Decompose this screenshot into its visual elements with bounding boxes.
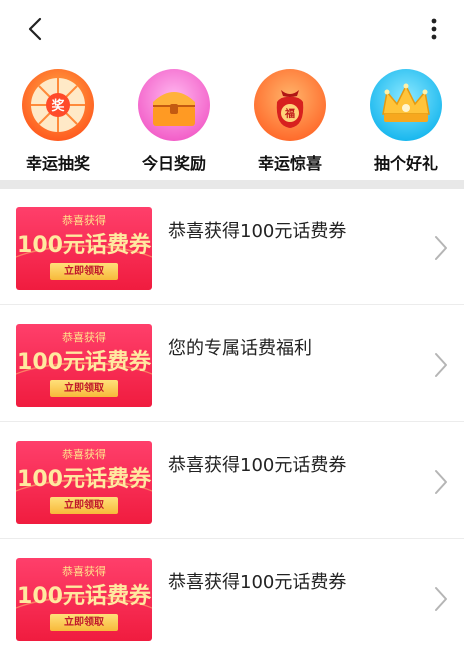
back-button[interactable] <box>22 14 50 44</box>
list-item-title: 您的专属话费福利 <box>168 338 312 359</box>
list-item[interactable]: 恭喜获得 100元话费券 立即领取 恭喜获得100元话费券 <box>0 189 464 305</box>
vertical-dots-icon <box>431 18 437 40</box>
coupon-top-text: 恭喜获得 <box>62 331 106 344</box>
prize-wheel-icon: 奖 <box>21 68 95 142</box>
coupon-claim-text: 立即领取 <box>50 263 118 280</box>
section-divider <box>0 180 464 189</box>
entry-label: 今日奖励 <box>141 154 206 173</box>
entry-label: 幸运抽奖 <box>25 154 90 173</box>
treasure-chest-icon <box>137 68 211 142</box>
coupon-image: 恭喜获得 100元话费券 立即领取 <box>16 324 152 407</box>
coupon-top-text: 恭喜获得 <box>62 214 106 227</box>
more-menu-button[interactable] <box>422 14 446 44</box>
coupon-image: 恭喜获得 100元话费券 立即领取 <box>16 207 152 290</box>
coupon-top-text: 恭喜获得 <box>62 448 106 461</box>
coupon-top-text: 恭喜获得 <box>62 565 106 578</box>
coupon-image: 恭喜获得 100元话费券 立即领取 <box>16 558 152 641</box>
list-item[interactable]: 恭喜获得 100元话费券 立即领取 恭喜获得100元话费券 <box>0 540 464 656</box>
chevron-left-icon <box>28 17 42 41</box>
chevron-right-icon <box>435 236 447 260</box>
coupon-claim-text: 立即领取 <box>50 497 118 514</box>
list-item-title: 恭喜获得100元话费券 <box>168 221 347 242</box>
bag-char: 福 <box>284 107 295 120</box>
top-bar <box>0 0 464 58</box>
entry-label: 幸运惊喜 <box>257 154 322 173</box>
entry-label: 抽个好礼 <box>373 154 438 173</box>
list-item[interactable]: 恭喜获得 100元话费券 立即领取 恭喜获得100元话费券 <box>0 423 464 539</box>
chevron-right-icon <box>435 353 447 377</box>
entry-today-reward[interactable]: 今日奖励 <box>118 68 230 178</box>
lucky-bag-icon: 福 <box>253 68 327 142</box>
coupon-main-text: 100元话费券 <box>17 467 151 492</box>
coupon-main-text: 100元话费券 <box>17 584 151 609</box>
list-item-title: 恭喜获得100元话费券 <box>168 455 347 476</box>
chevron-right-icon <box>435 470 447 494</box>
entry-draw-gift[interactable]: 抽个好礼 <box>350 68 462 178</box>
activity-entries: 奖 幸运抽奖 今日奖励 福 幸运惊喜 抽个好礼 <box>0 68 464 178</box>
crown-icon <box>369 68 443 142</box>
coupon-main-text: 100元话费券 <box>17 233 151 258</box>
wheel-char: 奖 <box>51 98 65 114</box>
list-item[interactable]: 恭喜获得 100元话费券 立即领取 您的专属话费福利 <box>0 306 464 422</box>
list-item-title: 恭喜获得100元话费券 <box>168 572 347 593</box>
coupon-main-text: 100元话费券 <box>17 350 151 375</box>
chevron-right-icon <box>435 587 447 611</box>
coupon-claim-text: 立即领取 <box>50 614 118 631</box>
coupon-claim-text: 立即领取 <box>50 380 118 397</box>
entry-lucky-surprise[interactable]: 福 幸运惊喜 <box>234 68 346 178</box>
coupon-image: 恭喜获得 100元话费券 立即领取 <box>16 441 152 524</box>
entry-lucky-draw[interactable]: 奖 幸运抽奖 <box>2 68 114 178</box>
